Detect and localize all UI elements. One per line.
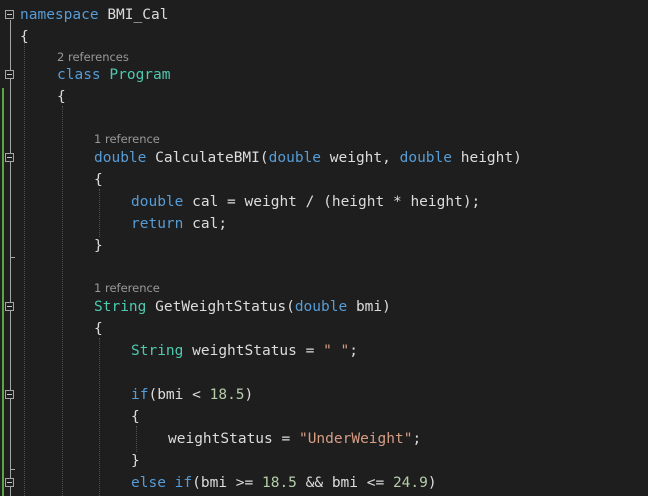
- variable: cal: [192, 216, 219, 232]
- number-literal: 18.5: [261, 475, 297, 491]
- type-name: String: [131, 343, 184, 359]
- code-line[interactable]: class Program: [57, 64, 171, 86]
- string-literal: " ": [323, 343, 350, 359]
- code-line[interactable]: String weightStatus = " ";: [131, 340, 358, 362]
- class-name: Program: [109, 67, 171, 83]
- code-line[interactable]: else if(bmi >= 18.5 && bmi <= 24.9): [131, 472, 437, 494]
- namespace-name: BMI_Cal: [107, 7, 169, 23]
- keyword: double: [94, 150, 147, 166]
- parameter: height: [410, 194, 463, 210]
- method-name: CalculateBMI: [155, 150, 260, 166]
- type-name: String: [94, 299, 147, 315]
- parameter: bmi: [157, 387, 184, 403]
- variable: cal: [192, 194, 219, 210]
- keyword: class: [57, 67, 101, 83]
- keyword: double: [268, 150, 322, 166]
- number-literal: 18.5: [209, 387, 245, 403]
- collapse-calculate-bmi-icon[interactable]: [5, 153, 14, 162]
- code-line[interactable]: weightStatus = "UnderWeight";: [168, 428, 421, 450]
- code-line[interactable]: namespace BMI_Cal: [20, 4, 168, 26]
- code-line[interactable]: }: [94, 235, 103, 257]
- method-name: GetWeightStatus: [155, 299, 287, 315]
- parameter: height: [460, 150, 514, 166]
- keyword: return: [131, 216, 184, 232]
- keyword: if: [174, 475, 193, 491]
- parameter: bmi: [331, 475, 359, 491]
- indent-guide: [62, 106, 63, 496]
- parameter: bmi: [355, 299, 383, 315]
- keyword: double: [131, 194, 184, 210]
- outline-end-calculate-bmi: [10, 257, 15, 258]
- parameter: weight: [244, 194, 297, 210]
- number-literal: 24.9: [392, 475, 428, 491]
- code-line[interactable]: String GetWeightStatus(double bmi): [94, 296, 391, 318]
- parameter: height: [331, 194, 385, 210]
- variable: weightStatus: [192, 343, 297, 359]
- keyword: if: [131, 387, 149, 403]
- indent-guide: [99, 189, 100, 237]
- code-line[interactable]: double CalculateBMI(double weight, doubl…: [94, 147, 522, 169]
- outline-line-class: [10, 80, 11, 496]
- indent-guide: [136, 426, 137, 452]
- code-line[interactable]: {: [57, 86, 66, 108]
- code-line[interactable]: {: [131, 406, 140, 428]
- code-lens-references[interactable]: 2 references: [57, 49, 129, 65]
- collapse-else-if-icon[interactable]: [5, 478, 14, 487]
- code-lens-references[interactable]: 1 reference: [94, 131, 160, 147]
- code-line[interactable]: return cal;: [131, 213, 227, 235]
- code-editor[interactable]: 2 references 1 reference 1 reference nam…: [0, 0, 648, 496]
- parameter: weight: [329, 150, 383, 166]
- change-tracking-bar: [2, 88, 4, 496]
- outline-end-if-block: [10, 469, 15, 470]
- collapse-if-icon[interactable]: [5, 390, 14, 399]
- keyword: else: [131, 475, 166, 491]
- code-line[interactable]: {: [94, 318, 103, 340]
- code-line[interactable]: if(bmi < 18.5): [131, 384, 253, 406]
- keyword: namespace: [20, 7, 99, 23]
- code-line[interactable]: {: [20, 26, 29, 48]
- keyword: double: [399, 150, 452, 166]
- parameter: bmi: [200, 475, 228, 491]
- keyword: double: [294, 299, 348, 315]
- collapse-get-weight-status-icon[interactable]: [5, 302, 14, 311]
- code-line[interactable]: }: [131, 450, 140, 472]
- variable: weightStatus: [168, 431, 273, 447]
- string-literal: "UnderWeight": [298, 431, 413, 447]
- code-line[interactable]: double cal = weight / (height * height);: [131, 191, 480, 213]
- code-lens-references[interactable]: 1 reference: [94, 280, 160, 296]
- collapse-namespace-icon[interactable]: [5, 10, 14, 19]
- indent-guide: [24, 38, 25, 496]
- indent-guide: [99, 338, 100, 496]
- collapse-class-icon[interactable]: [5, 70, 14, 79]
- code-line[interactable]: {: [94, 169, 103, 191]
